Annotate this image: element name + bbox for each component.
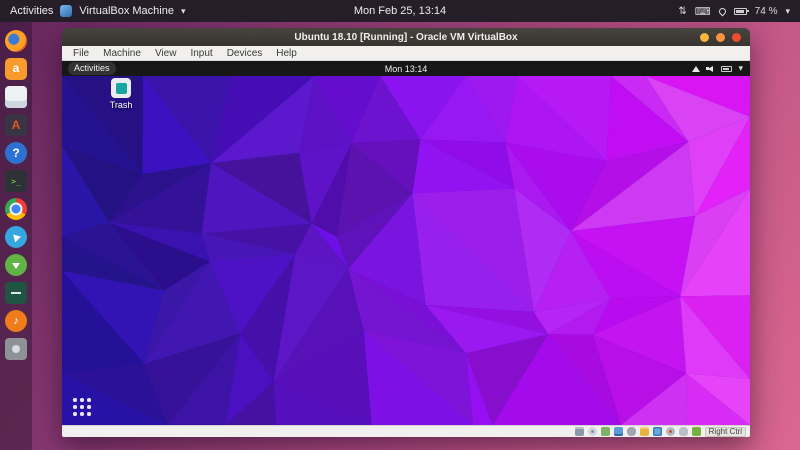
optical-drive-icon[interactable] — [588, 427, 597, 436]
menu-view[interactable]: View — [148, 48, 184, 59]
battery-icon — [734, 8, 747, 15]
network-icon[interactable] — [614, 427, 623, 436]
guest-clock[interactable]: Mon 13:14 — [62, 64, 750, 74]
host-key-state-icon — [692, 427, 701, 436]
menu-devices[interactable]: Devices — [220, 48, 270, 59]
menu-help[interactable]: Help — [269, 48, 304, 59]
host-dock — [0, 22, 32, 450]
trash-desktop-icon[interactable]: Trash — [97, 78, 145, 110]
libreoffice-dock-icon[interactable] — [5, 282, 27, 304]
window-title: Ubuntu 18.10 [Running] - Oracle VM Virtu… — [62, 32, 750, 43]
vbox-statusbar: Right Ctrl — [62, 425, 750, 437]
show-applications-button[interactable] — [73, 398, 91, 416]
screenshot-dock-icon[interactable] — [5, 338, 27, 360]
chrome-dock-icon[interactable] — [5, 198, 27, 220]
window-buttons — [700, 33, 750, 42]
virtualbox-window: Ubuntu 18.10 [Running] - Oracle VM Virtu… — [62, 28, 750, 437]
guest-desktop[interactable]: Activities Mon 13:14 Trash — [62, 61, 750, 425]
volume-icon — [706, 65, 715, 73]
menu-input[interactable]: Input — [183, 48, 219, 59]
hard-disk-icon[interactable] — [575, 427, 584, 436]
terminal-dock-icon[interactable] — [5, 170, 27, 192]
battery-icon — [721, 66, 732, 72]
host-topbar: Activities VirtualBox Machine Mon Feb 25… — [0, 0, 800, 22]
guest-wallpaper — [62, 76, 750, 425]
rhythmbox-dock-icon[interactable] — [5, 310, 27, 332]
window-titlebar[interactable]: Ubuntu 18.10 [Running] - Oracle VM Virtu… — [62, 28, 750, 46]
vbox-menubar: File Machine View Input Devices Help — [62, 46, 750, 61]
video-capture-icon[interactable] — [666, 427, 675, 436]
help-dock-icon[interactable] — [5, 142, 27, 164]
trash-icon — [111, 78, 131, 98]
transmission-dock-icon[interactable] — [5, 254, 27, 276]
host-desktop: Activities VirtualBox Machine Mon Feb 25… — [0, 0, 800, 450]
files-dock-icon[interactable] — [5, 86, 27, 108]
display-icon[interactable] — [653, 427, 662, 436]
host-clock[interactable]: Mon Feb 25, 13:14 — [0, 5, 800, 17]
minimize-button[interactable] — [700, 33, 709, 42]
menu-file[interactable]: File — [66, 48, 96, 59]
host-key-label: Right Ctrl — [705, 427, 746, 437]
close-button[interactable] — [732, 33, 741, 42]
guest-topbar: Activities Mon 13:14 — [62, 61, 750, 76]
usb-icon[interactable] — [627, 427, 636, 436]
shared-folders-icon[interactable] — [640, 427, 649, 436]
audio-icon[interactable] — [601, 427, 610, 436]
trash-label: Trash — [110, 100, 133, 110]
mouse-integration-icon[interactable] — [679, 427, 688, 436]
ubuntu-software-dock-icon[interactable] — [5, 114, 27, 136]
firefox-dock-icon[interactable] — [5, 30, 27, 52]
amazon-dock-icon[interactable] — [5, 58, 27, 80]
maximize-button[interactable] — [716, 33, 725, 42]
telegram-dock-icon[interactable] — [5, 226, 27, 248]
menu-machine[interactable]: Machine — [96, 48, 148, 59]
